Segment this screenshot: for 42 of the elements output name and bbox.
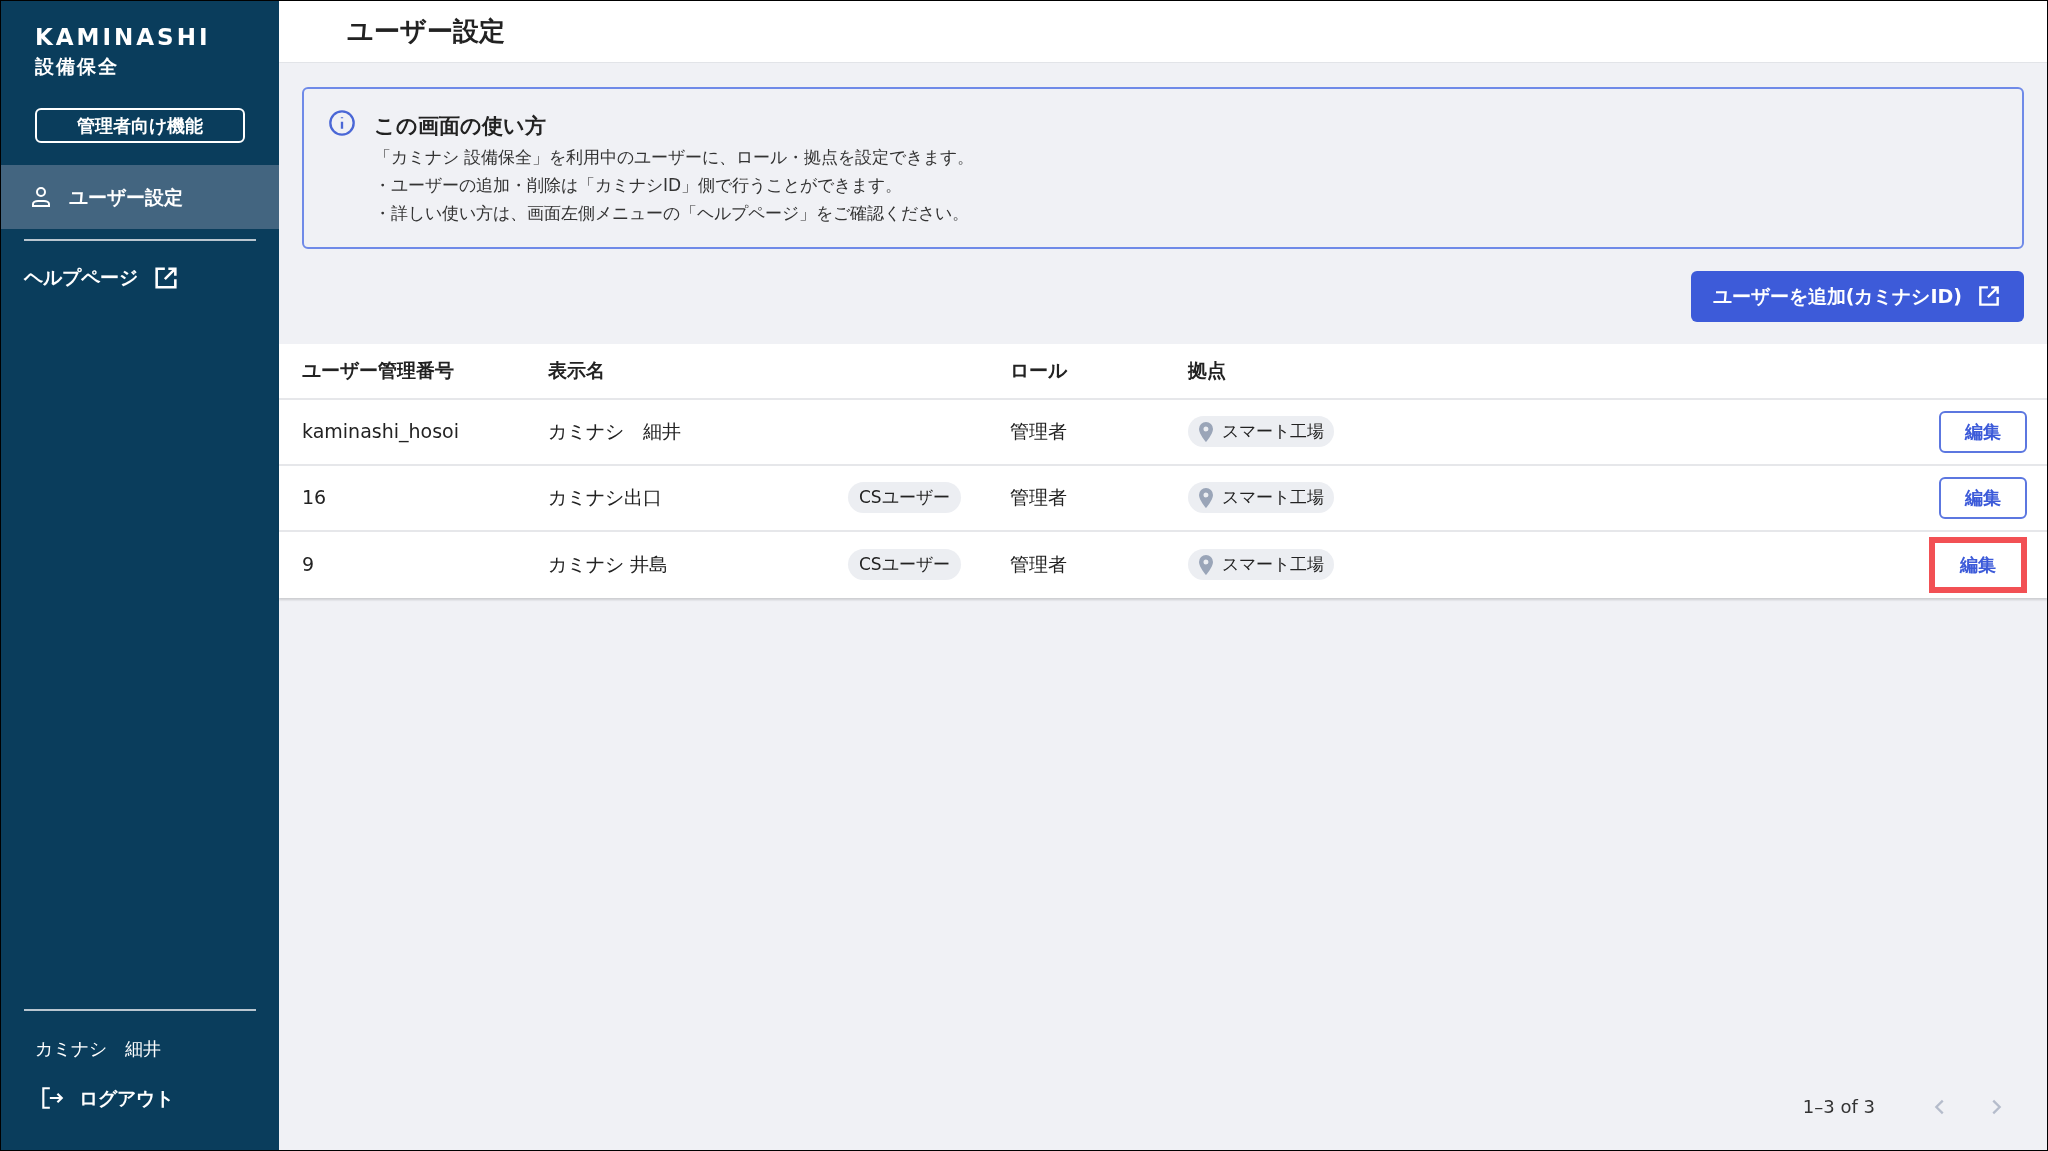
info-icon (328, 109, 356, 137)
product-name: 設備保全 (35, 53, 120, 79)
user-name: カミナシ 細井 (35, 1036, 162, 1061)
logo: KAMINASHI (35, 23, 212, 52)
table-cell-text: 管理者 (1010, 552, 1068, 578)
table-cell-text: 16 (302, 485, 328, 511)
column-header: 拠点 (1188, 358, 1226, 384)
location-pin-icon (1198, 421, 1214, 442)
location-tag: スマート工場 (1188, 548, 1334, 581)
add-user-button[interactable]: ユーザーを追加(カミナシID) (1690, 270, 2024, 322)
table-cell-text: 管理者 (1010, 419, 1068, 445)
edit-button[interactable]: 編集 (1929, 536, 2027, 593)
help-link[interactable]: ヘルプページ (24, 263, 256, 292)
page-title: ユーザー設定 (347, 15, 505, 48)
info-text: ・ユーザーの追加・削除は「カミナシID」側で行うことができます。 (374, 173, 904, 197)
user-type-tag: CSユーザー (848, 548, 961, 581)
location-tag: スマート工場 (1188, 481, 1334, 514)
edit-button[interactable]: 編集 (1939, 476, 2027, 519)
user-icon (29, 185, 53, 210)
table-cell-text: カミナシ出口 (548, 485, 663, 511)
table-cell-text: 9 (302, 552, 316, 578)
table-cell-text: 管理者 (1010, 485, 1068, 511)
admin-label: 管理者向け機能 (35, 108, 245, 144)
logout-icon (39, 1084, 65, 1111)
info-text: 「カミナシ 設備保全」を利用中のユーザーに、ロール・拠点を設定できます。 (374, 145, 975, 169)
pagination-range: 1–3 of 3 (1802, 1095, 1875, 1119)
location-pin-icon (1198, 487, 1214, 508)
table-cell-text: カミナシ 細井 (548, 419, 682, 445)
column-header: ユーザー管理番号 (302, 358, 455, 384)
column-header: 表示名 (548, 358, 606, 384)
info-text: ・詳しい使い方は、画面左側メニューの「ヘルプページ」をご確認ください。 (374, 201, 970, 225)
sidebar-item[interactable]: ユーザー設定 (1, 165, 279, 230)
edit-button[interactable]: 編集 (1939, 410, 2027, 453)
external-link-icon (1976, 283, 2002, 309)
logout-button[interactable]: ログアウト (39, 1083, 241, 1112)
table-cell-text: カミナシ 井島 (548, 552, 670, 578)
table-cell-text: kaminashi_hosoi (302, 419, 460, 445)
info-title: この画面の使い方 (374, 113, 547, 140)
location-pin-icon (1198, 554, 1214, 575)
column-header: ロール (1010, 358, 1068, 384)
user-type-tag: CSユーザー (848, 481, 961, 514)
location-tag: スマート工場 (1188, 415, 1334, 448)
